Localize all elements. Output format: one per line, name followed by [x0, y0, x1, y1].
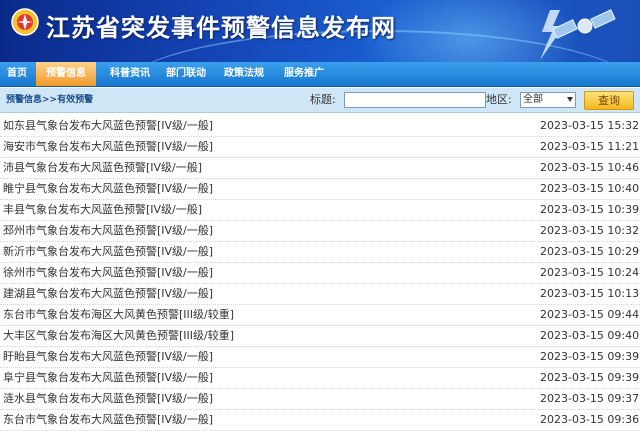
list-item: 新沂市气象台发布大风蓝色预警[IV级/一般] 2023-03-15 10:29: [0, 242, 640, 263]
list-item: 阜宁县气象台发布大风蓝色预警[IV级/一般] 2023-03-15 09:39: [0, 368, 640, 389]
nav-item-warnings[interactable]: 预警信息: [36, 62, 96, 86]
warning-time: 2023-03-15 10:13: [540, 287, 640, 300]
warning-title-link[interactable]: 建湖县气象台发布大风蓝色预警[IV级/一般]: [3, 284, 213, 304]
list-item: 沛县气象台发布大风蓝色预警[IV级/一般] 2023-03-15 10:46: [0, 158, 640, 179]
title-label: 标题:: [310, 93, 336, 106]
warning-time: 2023-03-15 10:24: [540, 266, 640, 279]
warning-time: 2023-03-15 09:39: [540, 371, 640, 384]
list-item: 海安市气象台发布大风蓝色预警[IV级/一般] 2023-03-15 11:21: [0, 137, 640, 158]
warning-title-link[interactable]: 盱眙县气象台发布大风蓝色预警[IV级/一般]: [3, 347, 213, 367]
nav-item-departments[interactable]: 部门联动: [160, 62, 212, 86]
list-item: 睢宁县气象台发布大风蓝色预警[IV级/一般] 2023-03-15 10:40: [0, 179, 640, 200]
warning-title-link[interactable]: 东台市气象台发布大风蓝色预警[IV级/一般]: [3, 410, 213, 430]
warning-time: 2023-03-15 10:29: [540, 245, 640, 258]
warning-time: 2023-03-15 10:46: [540, 161, 640, 174]
warning-title-link[interactable]: 沛县气象台发布大风蓝色预警[IV级/一般]: [3, 158, 202, 178]
warning-title-link[interactable]: 大丰区气象台发布海区大风黄色预警[III级/较重]: [3, 326, 234, 346]
nav-item-science[interactable]: 科普资讯: [104, 62, 156, 86]
warning-time: 2023-03-15 09:44: [540, 308, 640, 321]
warning-title-link[interactable]: 如东县气象台发布大风蓝色预警[IV级/一般]: [3, 116, 213, 136]
warning-title-link[interactable]: 东台市气象台发布海区大风黄色预警[III级/较重]: [3, 305, 234, 325]
warning-title-link[interactable]: 邳州市气象台发布大风蓝色预警[IV级/一般]: [3, 221, 213, 241]
warning-time: 2023-03-15 10:39: [540, 203, 640, 216]
warning-time: 2023-03-15 11:21: [540, 140, 640, 153]
breadcrumb: 预警信息>>有效预警: [6, 95, 94, 105]
warning-time: 2023-03-15 10:40: [540, 182, 640, 195]
search-bar: 预警信息>>有效预警 标题: 地区: 全部 查询: [0, 88, 640, 113]
warning-time: 2023-03-15 15:32: [540, 119, 640, 132]
warning-time: 2023-03-15 09:40: [540, 329, 640, 342]
warning-title-link[interactable]: 睢宁县气象台发布大风蓝色预警[IV级/一般]: [3, 179, 213, 199]
main-nav: 首页 预警信息 科普资讯 部门联动 政策法规 服务推广: [0, 62, 640, 87]
list-item: 涟水县气象台发布大风蓝色预警[IV级/一般] 2023-03-15 09:37: [0, 389, 640, 410]
region-label: 地区:: [486, 93, 512, 106]
list-item: 东台市气象台发布海区大风黄色预警[III级/较重] 2023-03-15 09:4…: [0, 305, 640, 326]
list-item: 盱眙县气象台发布大风蓝色预警[IV级/一般] 2023-03-15 09:39: [0, 347, 640, 368]
warning-time: 2023-03-15 09:37: [540, 392, 640, 405]
nav-item-home[interactable]: 首页: [0, 62, 34, 86]
warning-list: 如东县气象台发布大风蓝色预警[IV级/一般] 2023-03-15 15:32 海…: [0, 116, 640, 431]
query-button[interactable]: 查询: [584, 91, 634, 110]
warning-time: 2023-03-15 09:36: [540, 413, 640, 426]
site-logo-icon: [11, 8, 39, 36]
satellite-icon: [552, 9, 616, 39]
warning-title-link[interactable]: 新沂市气象台发布大风蓝色预警[IV级/一般]: [3, 242, 213, 262]
warning-title-link[interactable]: 涟水县气象台发布大风蓝色预警[IV级/一般]: [3, 389, 213, 409]
nav-item-services[interactable]: 服务推广: [278, 62, 330, 86]
list-item: 大丰区气象台发布海区大风黄色预警[III级/较重] 2023-03-15 09:4…: [0, 326, 640, 347]
list-item: 东台市气象台发布大风蓝色预警[IV级/一般] 2023-03-15 09:36: [0, 410, 640, 431]
warning-title-link[interactable]: 海安市气象台发布大风蓝色预警[IV级/一般]: [3, 137, 213, 157]
list-item: 如东县气象台发布大风蓝色预警[IV级/一般] 2023-03-15 15:32: [0, 116, 640, 137]
region-selected-value: 全部: [523, 94, 543, 105]
list-item: 徐州市气象台发布大风蓝色预警[IV级/一般] 2023-03-15 10:24: [0, 263, 640, 284]
chevron-down-icon: [567, 97, 573, 102]
warning-time: 2023-03-15 09:39: [540, 350, 640, 363]
list-item: 建湖县气象台发布大风蓝色预警[IV级/一般] 2023-03-15 10:13: [0, 284, 640, 305]
region-select[interactable]: 全部: [520, 92, 576, 108]
site-title: 江苏省突发事件预警信息发布网: [46, 14, 396, 42]
warning-title-link[interactable]: 徐州市气象台发布大风蓝色预警[IV级/一般]: [3, 263, 213, 283]
warning-time: 2023-03-15 10:32: [540, 224, 640, 237]
warning-title-link[interactable]: 丰县气象台发布大风蓝色预警[IV级/一般]: [3, 200, 202, 220]
list-item: 邳州市气象台发布大风蓝色预警[IV级/一般] 2023-03-15 10:32: [0, 221, 640, 242]
header-banner: 江苏省突发事件预警信息发布网: [0, 0, 640, 62]
list-item: 丰县气象台发布大风蓝色预警[IV级/一般] 2023-03-15 10:39: [0, 200, 640, 221]
title-search-input[interactable]: [344, 92, 486, 108]
warning-title-link[interactable]: 阜宁县气象台发布大风蓝色预警[IV级/一般]: [3, 368, 213, 388]
nav-item-policy[interactable]: 政策法规: [218, 62, 270, 86]
